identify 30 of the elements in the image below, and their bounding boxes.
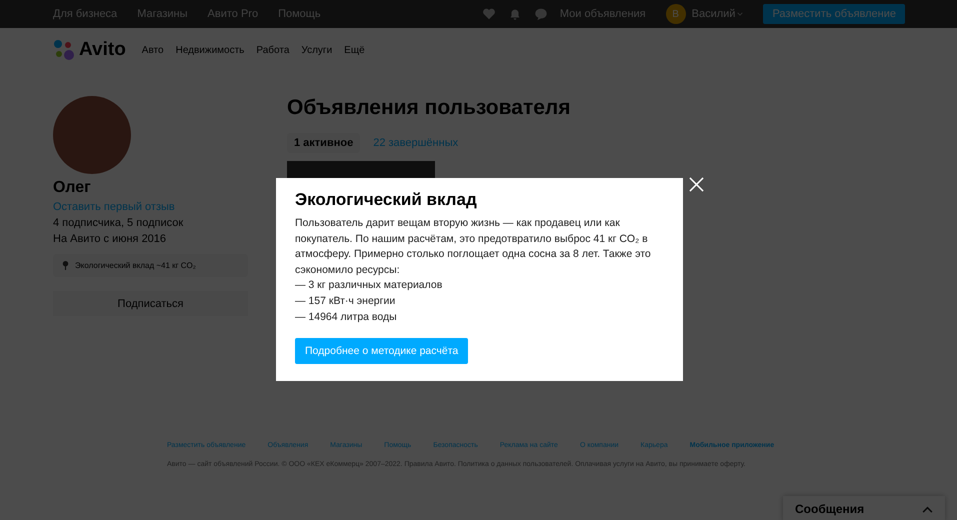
profile-name: Олег bbox=[53, 179, 92, 197]
review-link[interactable]: Оставить первый отзыв bbox=[53, 201, 175, 213]
logo-dots-icon bbox=[53, 39, 75, 61]
resource-item: — 14964 литра воды bbox=[295, 310, 398, 325]
user-avatar[interactable]: В bbox=[666, 4, 686, 24]
post-ad-button[interactable]: Разместить объявление bbox=[763, 4, 905, 24]
tree-icon bbox=[61, 260, 70, 271]
chevron-up-icon[interactable] bbox=[922, 506, 933, 512]
nav-link[interactable]: Работа bbox=[256, 44, 290, 56]
close-icon[interactable] bbox=[689, 177, 704, 192]
resource-item: — 3 кг различных материалов bbox=[295, 278, 444, 294]
listings-title: Объявления пользователя bbox=[287, 96, 570, 120]
nav-link[interactable]: Услуги bbox=[301, 44, 332, 56]
methodology-button[interactable]: Подробнее о методике расчёта bbox=[295, 338, 468, 364]
eco-badge-text: Экологический вклад ~41 кг CO₂ bbox=[75, 261, 196, 270]
chat-bubble-icon[interactable] bbox=[534, 7, 548, 21]
heart-icon[interactable] bbox=[482, 7, 496, 21]
followers-text: 4 подписчика, 5 подписок bbox=[53, 217, 184, 229]
resource-item: — 157 кВт·ч энергии bbox=[295, 294, 396, 309]
nav-link[interactable]: Ещё bbox=[344, 44, 365, 56]
member-since-text: На Авито с июня 2016 bbox=[53, 233, 168, 245]
chevron-down-icon bbox=[737, 12, 744, 16]
modal-text: Пользователь дарит вещам вторую жизнь — как продавец или как покупатель. По нашим расчётам, это предотвратило выброс 41 кг CO₂ в атмосферу. Примерно столько поглощает одна сосна за 8 лет. Также это сэкономило ресурсы: bbox=[295, 216, 652, 278]
nav-link[interactable]: Авто bbox=[142, 44, 164, 56]
logo-text[interactable]: Avito bbox=[79, 39, 126, 61]
listings-tab[interactable]: 22 завершённых bbox=[366, 133, 466, 153]
modal-title: Экологический вклад bbox=[295, 190, 478, 210]
nav-link[interactable]: Недвижимость bbox=[176, 44, 244, 56]
messages-title: Сообщения bbox=[795, 502, 864, 516]
messages-panel[interactable]: Сообщения bbox=[783, 496, 945, 520]
